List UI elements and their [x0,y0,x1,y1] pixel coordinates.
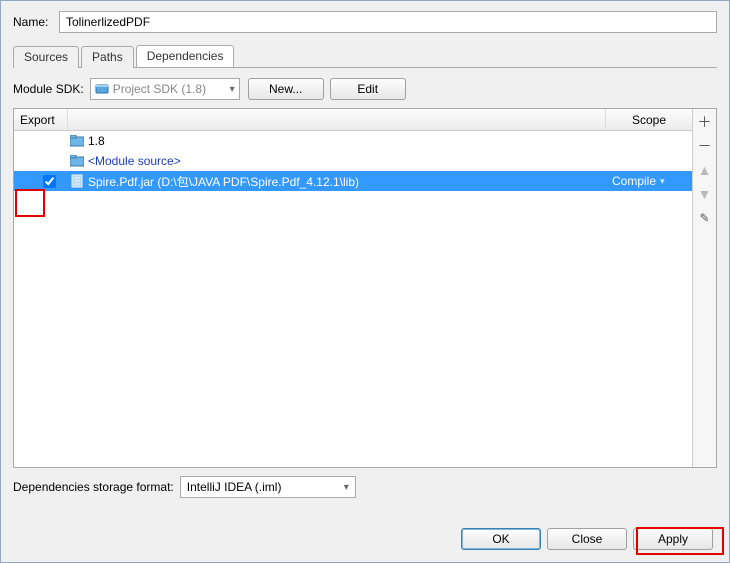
tab-paths[interactable]: Paths [81,46,134,68]
remove-button[interactable]: － [695,136,715,156]
edit-button-side[interactable]: ✎ [695,208,715,228]
tab-bar: Sources Paths Dependencies [13,45,717,68]
dependencies-panel: Export Scope 1.8 <Module source> [13,108,717,468]
move-up-button[interactable]: ▲ [695,160,715,180]
sdk-value: Project SDK (1.8) [113,82,206,96]
dependencies-list[interactable]: Export Scope 1.8 <Module source> [14,109,692,467]
sdk-folder-icon [68,135,86,147]
storage-row: Dependencies storage format: IntelliJ ID… [13,476,717,498]
name-row: Name: [13,11,717,33]
export-checkbox[interactable] [43,175,56,188]
name-label: Name: [13,15,59,29]
move-down-button[interactable]: ▼ [695,184,715,204]
storage-value: IntelliJ IDEA (.iml) [187,480,282,494]
name-input[interactable] [59,11,717,33]
chevron-down-icon: ▾ [660,176,665,187]
sdk-label: Module SDK: [13,82,84,96]
dependencies-header: Export Scope [14,109,692,131]
table-row[interactable]: <Module source> [14,151,692,171]
apply-button[interactable]: Apply [633,528,713,550]
table-row[interactable]: 1.8 [14,131,692,151]
sdk-select[interactable]: Project SDK (1.8) ▾ [90,78,240,100]
edit-button[interactable]: Edit [330,78,406,100]
sdk-icon [95,82,109,96]
dependencies-toolbar: ＋ － ▲ ▼ ✎ [692,109,716,467]
storage-select[interactable]: IntelliJ IDEA (.iml) ▾ [180,476,356,498]
sdk-row: Module SDK: Project SDK (1.8) ▾ New... E… [13,78,717,100]
close-button[interactable]: Close [547,528,627,550]
tab-dependencies[interactable]: Dependencies [136,45,235,67]
add-button[interactable]: ＋ [695,112,715,132]
new-button[interactable]: New... [248,78,324,100]
dependencies-dialog: Name: Sources Paths Dependencies Module … [0,0,730,563]
storage-label: Dependencies storage format: [13,480,174,494]
chevron-down-icon: ▾ [344,482,349,493]
tab-sources[interactable]: Sources [13,46,79,68]
table-row-selected[interactable]: Spire.Pdf.jar (D:\包\JAVA PDF\Spire.Pdf_4… [14,171,692,191]
scope-cell[interactable]: Compile ▾ [606,174,692,188]
column-export[interactable]: Export [14,109,68,130]
row-label: <Module source> [86,154,606,168]
scope-value: Compile [612,174,656,188]
chevron-down-icon: ▾ [230,84,235,95]
column-scope[interactable]: Scope [606,113,692,127]
row-label: 1.8 [86,134,606,148]
row-label: Spire.Pdf.jar (D:\包\JAVA PDF\Spire.Pdf_4… [86,173,606,190]
source-folder-icon [68,155,86,167]
footer: OK Close Apply [455,528,713,550]
jar-icon [68,174,86,188]
ok-button[interactable]: OK [461,528,541,550]
column-name[interactable] [68,109,606,130]
